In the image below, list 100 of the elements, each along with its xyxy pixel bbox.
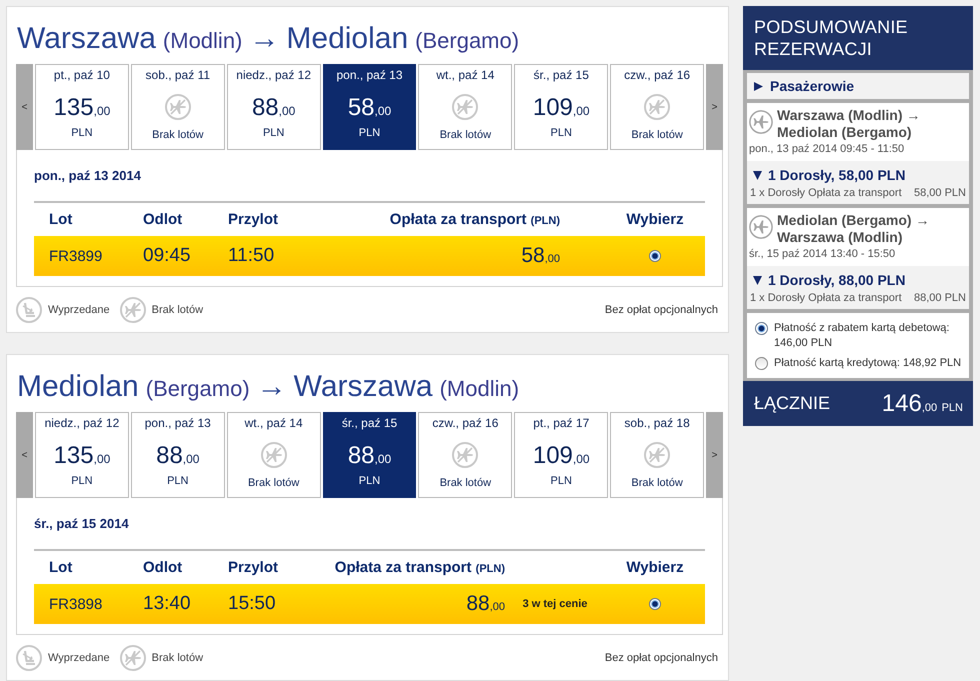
fare-price: 109,00 — [532, 441, 590, 471]
previous-dates-button[interactable]: < — [16, 412, 33, 498]
column-header: Opłata za transport (PLN) — [390, 211, 560, 228]
no-flights-label: Brak lotów — [440, 128, 492, 142]
date-card[interactable]: sob., paź 18 Brak lotów — [610, 412, 704, 498]
payment-radio[interactable] — [755, 322, 768, 335]
date-card[interactable]: niedz., paź 12 88,00 PLN — [226, 64, 321, 150]
date-card[interactable]: wt., paź 14 Brak lotów — [226, 412, 321, 498]
date-card[interactable]: czw., paź 16 Brak lotów — [418, 412, 512, 498]
origin-city: Warszawa — [17, 21, 156, 57]
column-header: Lot — [49, 211, 72, 228]
crossed-plane-icon — [120, 296, 146, 322]
fare-price: 88,00 — [252, 93, 296, 123]
destination-city: Mediolan — [286, 21, 408, 57]
flight-schedule: pon., 13 paź 2014 09:45 - 11:50 — [748, 142, 906, 157]
currency-label: PLN — [358, 126, 380, 140]
fare-price: 58,00 — [521, 244, 560, 268]
fare-price: 88,00 — [348, 441, 392, 471]
currency-label: PLN — [550, 474, 572, 488]
origin-city: Mediolan — [17, 369, 139, 405]
legend-label: Brak lotów — [152, 304, 204, 316]
fare-item-label: 1 x Dorosły Opłata za transport — [750, 186, 902, 200]
previous-dates-button[interactable]: < — [16, 64, 33, 150]
legend-label: Wyprzedane — [48, 652, 110, 664]
crossed-plane-icon — [452, 94, 478, 120]
date-label: niedz., paź 12 — [236, 67, 311, 83]
date-label: pon., paź 13 — [144, 415, 211, 431]
currency-label: PLN — [71, 126, 93, 140]
payment-radio[interactable] — [755, 357, 768, 370]
next-dates-button[interactable]: > — [706, 412, 724, 498]
column-header: Opłata za transport (PLN) — [334, 559, 505, 576]
select-radio[interactable] — [649, 250, 661, 262]
payment-option-label: Płatność kartą kredytową: 148,92 PLN — [774, 356, 962, 371]
currency-label: PLN — [262, 126, 284, 140]
date-label: śr., paź 15 — [342, 415, 398, 431]
crossed-plane-icon — [644, 442, 670, 468]
crossed-plane-icon — [644, 94, 670, 120]
column-header: Przylot — [228, 211, 278, 228]
column-header: Przylot — [228, 559, 278, 576]
next-dates-button[interactable]: > — [706, 64, 724, 150]
date-label: pon., paź 13 — [336, 67, 403, 83]
selected-day-heading: śr., paź 15 2014 — [34, 516, 130, 532]
date-card[interactable]: sob., paź 11 Brak lotów — [130, 64, 225, 150]
fare-price: 109,00 — [532, 93, 590, 123]
flight-row[interactable]: FR3899 09:45 11:50 58,00 — [34, 236, 705, 276]
route-arrow: → — [249, 21, 280, 57]
payment-option-label: Płatność z rabatem kartą debetową: 146,00 PLN — [774, 321, 950, 351]
destination-airport: (Bergamo) — [415, 27, 520, 55]
availability-note: 3 w tej cenie — [522, 598, 588, 610]
date-card[interactable]: wt., paź 14 Brak lotów — [418, 64, 512, 150]
date-card[interactable]: pt., paź 17 109,00 PLN — [514, 412, 608, 498]
no-flights-label: Brak lotów — [631, 128, 683, 142]
date-label: niedz., paź 12 — [44, 415, 120, 431]
no-flights-label: Brak lotów — [152, 128, 204, 142]
date-label: pt., paź 10 — [54, 67, 110, 83]
date-card[interactable]: czw., paź 16 Brak lotów — [610, 64, 704, 150]
no-flights-label: Brak lotów — [631, 476, 683, 490]
destination-city: Warszawa — [294, 369, 433, 405]
fare-toggle[interactable]: 1 Dorosły, 58,00 PLN — [750, 166, 966, 184]
crossed-plane-icon — [120, 644, 146, 670]
date-label: śr., paź 15 — [534, 67, 589, 83]
total-label: ŁĄCZNIE — [754, 393, 830, 414]
column-header: Wybierz — [626, 559, 684, 576]
passengers-toggle[interactable]: Pasażerowie — [747, 73, 969, 99]
date-label: sob., paź 11 — [146, 67, 210, 83]
plane-icon — [749, 110, 773, 134]
summary-title: PODSUMOWANIE REZERWACJI — [754, 16, 909, 60]
currency-label: PLN — [167, 474, 188, 488]
legend-label: Wyprzedane — [48, 304, 110, 316]
seat-icon — [16, 644, 42, 670]
fare-price: 135,00 — [54, 441, 110, 471]
currency-label: PLN — [358, 474, 380, 488]
crossed-plane-icon — [164, 94, 191, 120]
arrival-time: 11:50 — [228, 245, 274, 267]
date-label: pt., paź 17 — [533, 415, 590, 431]
date-card[interactable]: pon., paź 13 88,00 PLN — [130, 412, 225, 498]
plane-icon — [749, 215, 773, 239]
route-label: Mediolan (Bergamo) → Warszawa (Modlin) — [777, 212, 930, 246]
crossed-plane-icon — [452, 442, 478, 468]
no-flights-label: Brak lotów — [440, 476, 492, 490]
date-card[interactable]: pon., paź 13 58,00 PLN — [322, 64, 416, 150]
currency-label: PLN — [550, 126, 572, 140]
fees-note: Bez opłat opcjonalnych — [604, 652, 718, 664]
date-label: wt., paź 14 — [436, 67, 494, 83]
fare-toggle[interactable]: 1 Dorosły, 88,00 PLN — [750, 271, 966, 289]
origin-airport: (Bergamo) — [146, 375, 250, 403]
fare-price: 58,00 — [348, 93, 392, 123]
date-card[interactable]: śr., paź 15 88,00 PLN — [322, 412, 416, 498]
fare-item-label: 1 x Dorosły Opłata za transport — [750, 291, 902, 305]
flight-row[interactable]: FR3898 13:40 15:50 88,00 3 w tej cenie — [34, 584, 705, 624]
route-label: Warszawa (Modlin) → Mediolan (Bergamo) — [777, 107, 922, 141]
destination-airport: (Modlin) — [440, 375, 520, 403]
no-flights-label: Brak lotów — [248, 476, 300, 490]
departure-time: 13:40 — [143, 593, 191, 615]
date-card[interactable]: niedz., paź 12 135,00 PLN — [35, 412, 129, 498]
date-card[interactable]: pt., paź 10 135,00 PLN — [35, 64, 129, 150]
select-radio[interactable] — [649, 598, 661, 610]
date-card[interactable]: śr., paź 15 109,00 PLN — [514, 64, 608, 150]
date-label: wt., paź 14 — [244, 415, 303, 431]
column-header: Odlot — [143, 559, 182, 576]
